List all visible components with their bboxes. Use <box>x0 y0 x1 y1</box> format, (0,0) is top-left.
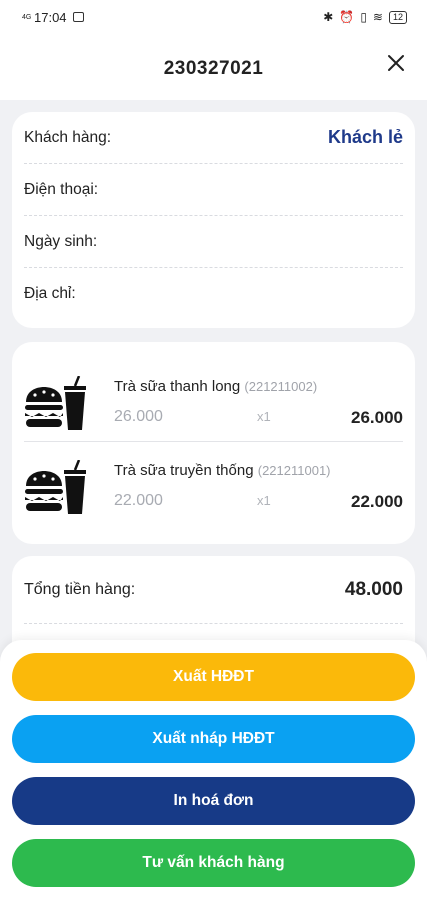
bluetooth-icon: ✱ <box>323 10 334 24</box>
battery-icon: 12 <box>388 10 407 24</box>
item-price: 26.000 <box>114 408 163 425</box>
vibrate-icon: ▯ <box>360 10 367 24</box>
customer-row[interactable]: Khách hàng: Khách lẻ <box>24 112 403 164</box>
item-name: Trà sữa truyền thống (221211001) <box>114 462 331 479</box>
alarm-icon: ⏰ <box>339 10 355 24</box>
item-quantity: x1 <box>257 409 271 424</box>
status-time: 17:04 <box>34 9 67 25</box>
close-button[interactable] <box>383 50 409 76</box>
birthday-label: Ngày sinh: <box>24 232 98 250</box>
item-total: 26.000 <box>351 408 403 427</box>
message-icon <box>72 12 84 22</box>
phone-label: Điện thoại: <box>24 180 99 198</box>
customer-label: Khách hàng: <box>24 128 112 146</box>
list-item[interactable]: Trà sữa thanh long (221211002) 26.000 x1… <box>24 358 403 442</box>
customer-value[interactable]: Khách lẻ <box>328 127 403 148</box>
list-item[interactable]: Trà sữa truyền thống (221211001) 22.000 … <box>24 442 403 526</box>
customer-info-card: Khách hàng: Khách lẻ Điện thoại: Ngày si… <box>12 112 415 328</box>
close-icon <box>388 55 404 71</box>
total-label: Tổng tiền hàng: <box>24 580 136 598</box>
export-draft-einvoice-button[interactable]: Xuất nháp HĐĐT <box>12 715 415 763</box>
status-left: 4G 17:04 <box>22 10 84 25</box>
order-code: 230327021 <box>163 58 264 79</box>
burger-drink-icon <box>25 460 86 514</box>
burger-drink-icon <box>25 376 86 430</box>
status-right: ✱ ⏰ ▯ ≋ 12 <box>323 10 407 24</box>
item-name: Trà sữa thanh long (221211002) <box>114 378 317 395</box>
total-row: Tổng tiền hàng: 48.000 <box>24 556 403 624</box>
item-sku: (221211002) <box>244 379 318 394</box>
address-label: Địa chỉ: <box>24 285 76 302</box>
action-sheet: Xuất HĐĐT Xuất nháp HĐĐT In hoá đơn Tư v… <box>0 640 427 900</box>
signal-icon: 4G <box>22 13 32 21</box>
status-bar: 4G 17:04 ✱ ⏰ ▯ ≋ 12 <box>0 0 427 34</box>
customer-consult-button[interactable]: Tư vấn khách hàng <box>12 839 415 887</box>
birthday-row: Ngày sinh: <box>24 216 403 268</box>
total-value: 48.000 <box>344 578 403 600</box>
item-price: 22.000 <box>114 492 163 509</box>
print-invoice-button[interactable]: In hoá đơn <box>12 777 415 825</box>
address-row: Địa chỉ: <box>24 268 403 320</box>
app-header: 230327021 <box>0 34 427 100</box>
item-name-text: Trà sữa truyền thống <box>114 462 254 479</box>
item-quantity: x1 <box>257 493 271 508</box>
phone-row: Điện thoại: <box>24 164 403 216</box>
item-sku: (221211001) <box>257 463 331 478</box>
item-total: 22.000 <box>351 492 403 511</box>
order-items-card: Trà sữa thanh long (221211002) 26.000 x1… <box>12 342 415 544</box>
wifi-icon: ≋ <box>372 10 383 24</box>
export-einvoice-button[interactable]: Xuất HĐĐT <box>12 653 415 701</box>
item-name-text: Trà sữa thanh long <box>114 378 241 395</box>
